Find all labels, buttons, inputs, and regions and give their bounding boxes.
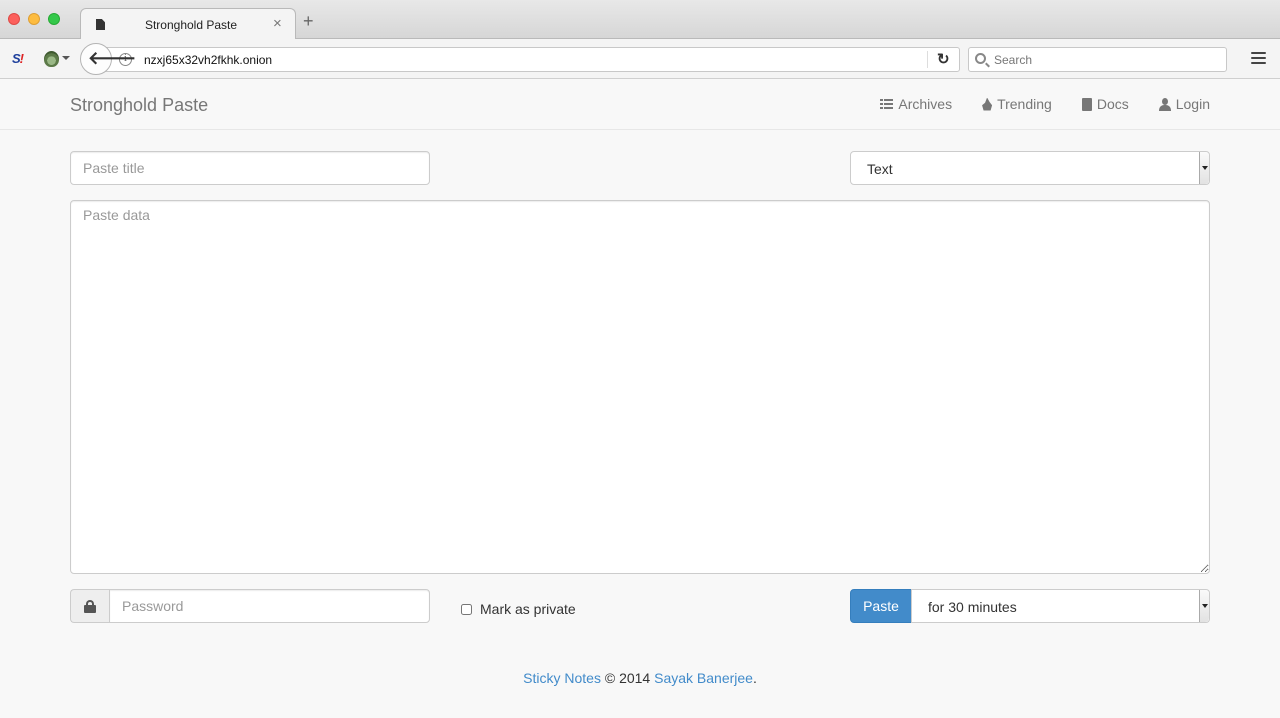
lock-icon: [84, 600, 96, 613]
paste-data-textarea[interactable]: [70, 200, 1210, 574]
author-link[interactable]: Sayak Banerjee: [654, 670, 753, 686]
nav-links: Archives Trending Docs Login: [850, 96, 1210, 112]
chevron-down-icon: [1199, 590, 1209, 622]
menu-icon[interactable]: [1251, 52, 1266, 65]
chevron-down-icon[interactable]: [62, 56, 70, 60]
search-placeholder: Search: [994, 53, 1033, 67]
browser-search-input[interactable]: Search: [968, 47, 1227, 72]
paste-title-input[interactable]: [70, 151, 430, 185]
nav-login[interactable]: Login: [1158, 96, 1210, 112]
tab-close-icon[interactable]: ×: [273, 15, 282, 32]
private-option[interactable]: Mark as private: [461, 601, 576, 617]
copyright-text: © 2014: [600, 670, 655, 686]
list-icon: [880, 98, 894, 110]
page-icon: [96, 19, 105, 30]
nav-archives[interactable]: Archives: [880, 96, 952, 112]
browser-toolbar: S! i nzxj65x32vh2fkhk.onion ↻ 🡐 Search: [0, 39, 1280, 79]
nav-login-label: Login: [1175, 96, 1210, 112]
footer-period: .: [752, 670, 757, 686]
nav-trending[interactable]: Trending: [982, 96, 1052, 112]
minimize-window-button[interactable]: [28, 13, 40, 25]
tor-onion-icon[interactable]: [44, 51, 59, 67]
private-label: Mark as private: [480, 601, 576, 617]
password-input[interactable]: [109, 589, 430, 623]
brand-link[interactable]: Stronghold Paste: [70, 95, 208, 116]
nav-trending-label: Trending: [997, 96, 1052, 112]
site-navbar: Stronghold Paste Archives Trending Docs …: [0, 80, 1280, 130]
close-window-button[interactable]: [8, 13, 20, 25]
book-icon: [1081, 97, 1092, 111]
chevron-down-icon: [1199, 152, 1209, 184]
back-arrow-icon: 🡐: [88, 48, 137, 68]
tab-title: Stronghold Paste: [144, 18, 238, 32]
expire-select[interactable]: for 30 minutes: [911, 589, 1210, 623]
password-addon: [70, 589, 110, 623]
language-selected-value: Text: [867, 161, 893, 177]
url-divider: [927, 51, 928, 68]
nav-archives-label: Archives: [898, 96, 953, 112]
language-select[interactable]: Text: [850, 151, 1210, 185]
extension-s-icon[interactable]: S!: [12, 51, 30, 67]
paste-button[interactable]: Paste: [850, 589, 912, 623]
expire-selected-value: for 30 minutes: [928, 599, 1017, 615]
back-button[interactable]: 🡐: [80, 43, 136, 75]
zoom-window-button[interactable]: [48, 13, 60, 25]
browser-tab-bar: Stronghold Paste × +: [0, 0, 1280, 40]
fire-icon: [982, 97, 993, 111]
nav-docs-label: Docs: [1096, 96, 1129, 112]
reload-icon[interactable]: ↻: [937, 50, 950, 68]
sticky-notes-link[interactable]: Sticky Notes: [523, 670, 601, 686]
footer: Sticky Notes © 2014 Sayak Banerjee.: [0, 670, 1280, 686]
search-icon: [975, 53, 986, 64]
url-bar[interactable]: i nzxj65x32vh2fkhk.onion ↻: [96, 47, 960, 72]
new-tab-button[interactable]: +: [303, 12, 314, 30]
browser-tab[interactable]: Stronghold Paste ×: [80, 8, 296, 40]
private-checkbox[interactable]: [461, 603, 472, 615]
user-icon: [1158, 97, 1171, 111]
url-text[interactable]: nzxj65x32vh2fkhk.onion: [144, 53, 272, 67]
nav-docs[interactable]: Docs: [1081, 96, 1129, 112]
